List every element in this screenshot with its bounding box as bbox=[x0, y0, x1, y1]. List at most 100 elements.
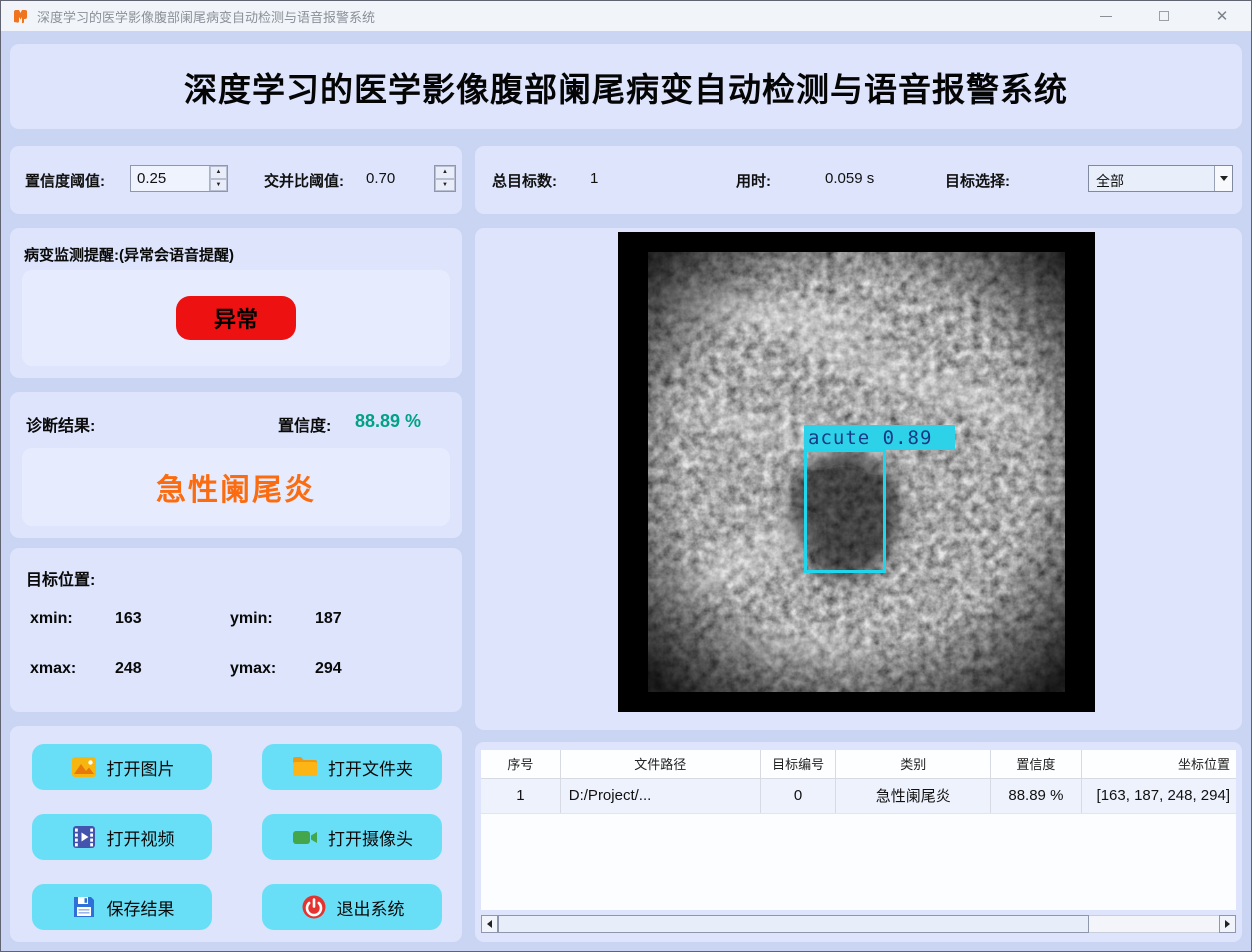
iou-threshold-label: 交并比阈值: bbox=[264, 173, 344, 190]
arrow-left-icon bbox=[487, 920, 492, 928]
camera-icon bbox=[293, 831, 317, 844]
confidence-label: 置信度: bbox=[278, 418, 332, 435]
detection-bounding-box bbox=[804, 449, 886, 573]
dropdown-button[interactable] bbox=[1214, 166, 1232, 191]
scroll-right-button[interactable] bbox=[1219, 915, 1236, 933]
target-select-value: 全部 bbox=[1096, 173, 1124, 189]
open-image-button[interactable]: 打开图片 bbox=[32, 744, 212, 790]
col-header-coords[interactable]: 坐标位置 bbox=[1081, 750, 1236, 779]
power-icon bbox=[302, 895, 325, 919]
total-targets-label: 总目标数: bbox=[492, 173, 557, 190]
position-panel: 目标位置: xmin: 163 ymin: 187 xmax: 248 ymax… bbox=[10, 548, 462, 712]
spin-up-icon[interactable]: ▲ bbox=[210, 166, 227, 179]
scroll-left-button[interactable] bbox=[481, 915, 498, 933]
horizontal-scrollbar[interactable] bbox=[481, 915, 1236, 933]
table-row[interactable]: 1 D:/Project/... 0 急性阑尾炎 88.89 % [163, 1… bbox=[481, 778, 1236, 814]
target-select-label: 目标选择: bbox=[945, 173, 1010, 190]
save-results-button[interactable]: 保存结果 bbox=[32, 884, 212, 930]
confidence-value: 88.89 % bbox=[355, 411, 422, 431]
xmin-label: xmin: bbox=[30, 610, 73, 627]
button-label: 保存结果 bbox=[106, 899, 175, 919]
viewer-panel: acute 0.89 bbox=[475, 228, 1242, 730]
arrow-right-icon bbox=[1225, 920, 1230, 928]
confidence-threshold-spinbox[interactable]: 0.25 ▲ ▼ bbox=[130, 165, 228, 192]
open-folder-button[interactable]: 打开文件夹 bbox=[262, 744, 442, 790]
spin-up-icon[interactable]: ▲ bbox=[435, 166, 455, 179]
results-table: 序号 文件路径 目标编号 类别 置信度 坐标位置 1 D:/Project/..… bbox=[481, 750, 1236, 814]
exit-system-button[interactable]: 退出系统 bbox=[262, 884, 442, 930]
col-header-target[interactable]: 目标编号 bbox=[760, 750, 837, 779]
elapsed-time-label: 用时: bbox=[736, 173, 771, 190]
ultrasound-image: acute 0.89 bbox=[618, 232, 1095, 712]
video-icon bbox=[72, 826, 95, 848]
alert-label: 病变监测提醒:(异常会语音提醒) bbox=[24, 247, 234, 264]
ymin-value: 187 bbox=[315, 610, 342, 627]
stats-panel: 总目标数: 1 用时: 0.059 s 目标选择: 全部 bbox=[475, 146, 1242, 214]
abnormal-status-button[interactable]: 异常 bbox=[176, 296, 296, 340]
table-header-row: 序号 文件路径 目标编号 类别 置信度 坐标位置 bbox=[481, 750, 1236, 779]
header-panel: 深度学习的医学影像腹部阑尾病变自动检测与语音报警系统 bbox=[10, 44, 1242, 129]
position-title: 目标位置: bbox=[26, 572, 96, 589]
spin-down-icon[interactable]: ▼ bbox=[435, 178, 455, 191]
window-controls: ✕ bbox=[1077, 1, 1251, 31]
save-icon bbox=[73, 897, 94, 917]
close-icon: ✕ bbox=[1215, 7, 1229, 25]
title-bar: 深度学习的医学影像腹部阑尾病变自动检测与语音报警系统 ✕ bbox=[1, 1, 1251, 31]
results-panel: 序号 文件路径 目标编号 类别 置信度 坐标位置 1 D:/Project/..… bbox=[475, 742, 1242, 942]
page-title: 深度学习的医学影像腹部阑尾病变自动检测与语音报警系统 bbox=[184, 70, 1068, 108]
maximize-button[interactable] bbox=[1135, 1, 1193, 31]
cell-conf: 88.89 % bbox=[990, 778, 1082, 814]
maximize-icon bbox=[1159, 11, 1169, 21]
alert-panel: 病变监测提醒:(异常会语音提醒) 异常 bbox=[10, 228, 462, 378]
minimize-button[interactable] bbox=[1077, 1, 1135, 31]
cell-coords: [163, 187, 248, 294] bbox=[1081, 778, 1236, 814]
confidence-threshold-label: 置信度阈值: bbox=[25, 173, 105, 190]
diagnosis-panel: 诊断结果: 置信度: 88.89 % 急性阑尾炎 bbox=[10, 392, 462, 538]
target-select-dropdown[interactable]: 全部 bbox=[1088, 165, 1233, 192]
chevron-down-icon bbox=[1219, 176, 1228, 181]
col-header-index[interactable]: 序号 bbox=[481, 750, 561, 779]
ymax-value: 294 bbox=[315, 660, 342, 677]
button-label: 退出系统 bbox=[336, 899, 405, 919]
alert-inner-box: 异常 bbox=[22, 270, 450, 366]
spin-down-icon[interactable]: ▼ bbox=[210, 178, 227, 191]
close-button[interactable]: ✕ bbox=[1193, 1, 1251, 31]
results-table-wrap: 序号 文件路径 目标编号 类别 置信度 坐标位置 1 D:/Project/..… bbox=[481, 750, 1236, 910]
confidence-spinner: ▲ ▼ bbox=[209, 166, 227, 191]
xmin-value: 163 bbox=[115, 610, 142, 627]
button-label: 打开摄像头 bbox=[328, 829, 413, 849]
button-label: 打开图片 bbox=[106, 759, 175, 779]
col-header-conf[interactable]: 置信度 bbox=[990, 750, 1082, 779]
button-label: 打开视频 bbox=[106, 829, 175, 849]
ymin-label: ymin: bbox=[230, 610, 273, 627]
threshold-panel: 置信度阈值: 0.25 ▲ ▼ 交并比阈值: 0.70 ▲ ▼ bbox=[10, 146, 462, 214]
folder-icon bbox=[293, 757, 317, 776]
iou-threshold-spinner[interactable]: ▲ ▼ bbox=[434, 165, 456, 192]
cell-index: 1 bbox=[481, 778, 561, 814]
iou-threshold-value: 0.70 bbox=[366, 170, 396, 187]
total-targets-value: 1 bbox=[590, 170, 599, 187]
col-header-path[interactable]: 文件路径 bbox=[560, 750, 761, 779]
open-camera-button[interactable]: 打开摄像头 bbox=[262, 814, 442, 860]
scrollbar-thumb[interactable] bbox=[498, 915, 1090, 933]
open-video-button[interactable]: 打开视频 bbox=[32, 814, 212, 860]
col-header-class[interactable]: 类别 bbox=[835, 750, 992, 779]
button-label: 打开文件夹 bbox=[328, 759, 413, 779]
diagnosis-inner-box: 急性阑尾炎 bbox=[22, 448, 450, 526]
diagnosis-label: 诊断结果: bbox=[26, 418, 96, 435]
image-icon bbox=[71, 757, 96, 777]
xmax-label: xmax: bbox=[30, 660, 77, 677]
ymax-label: ymax: bbox=[230, 660, 277, 677]
cell-class: 急性阑尾炎 bbox=[835, 778, 992, 814]
window-title: 深度学习的医学影像腹部阑尾病变自动检测与语音报警系统 bbox=[37, 9, 376, 25]
confidence-threshold-value: 0.25 bbox=[137, 170, 167, 187]
toolbar-panel: 打开图片 打开文件夹 打开视频 打开摄像头 保存结果 退出系统 bbox=[10, 726, 462, 942]
cell-path: D:/Project/... bbox=[560, 778, 761, 814]
app-logo-icon bbox=[14, 9, 27, 23]
detection-label: acute 0.89 bbox=[804, 425, 955, 450]
elapsed-time-value: 0.059 s bbox=[825, 170, 875, 187]
app-window: 深度学习的医学影像腹部阑尾病变自动检测与语音报警系统 ✕ 深度学习的医学影像腹部… bbox=[0, 0, 1252, 952]
xmax-value: 248 bbox=[115, 660, 142, 677]
scrollbar-track[interactable] bbox=[498, 915, 1219, 933]
diagnosis-result: 急性阑尾炎 bbox=[156, 474, 316, 507]
